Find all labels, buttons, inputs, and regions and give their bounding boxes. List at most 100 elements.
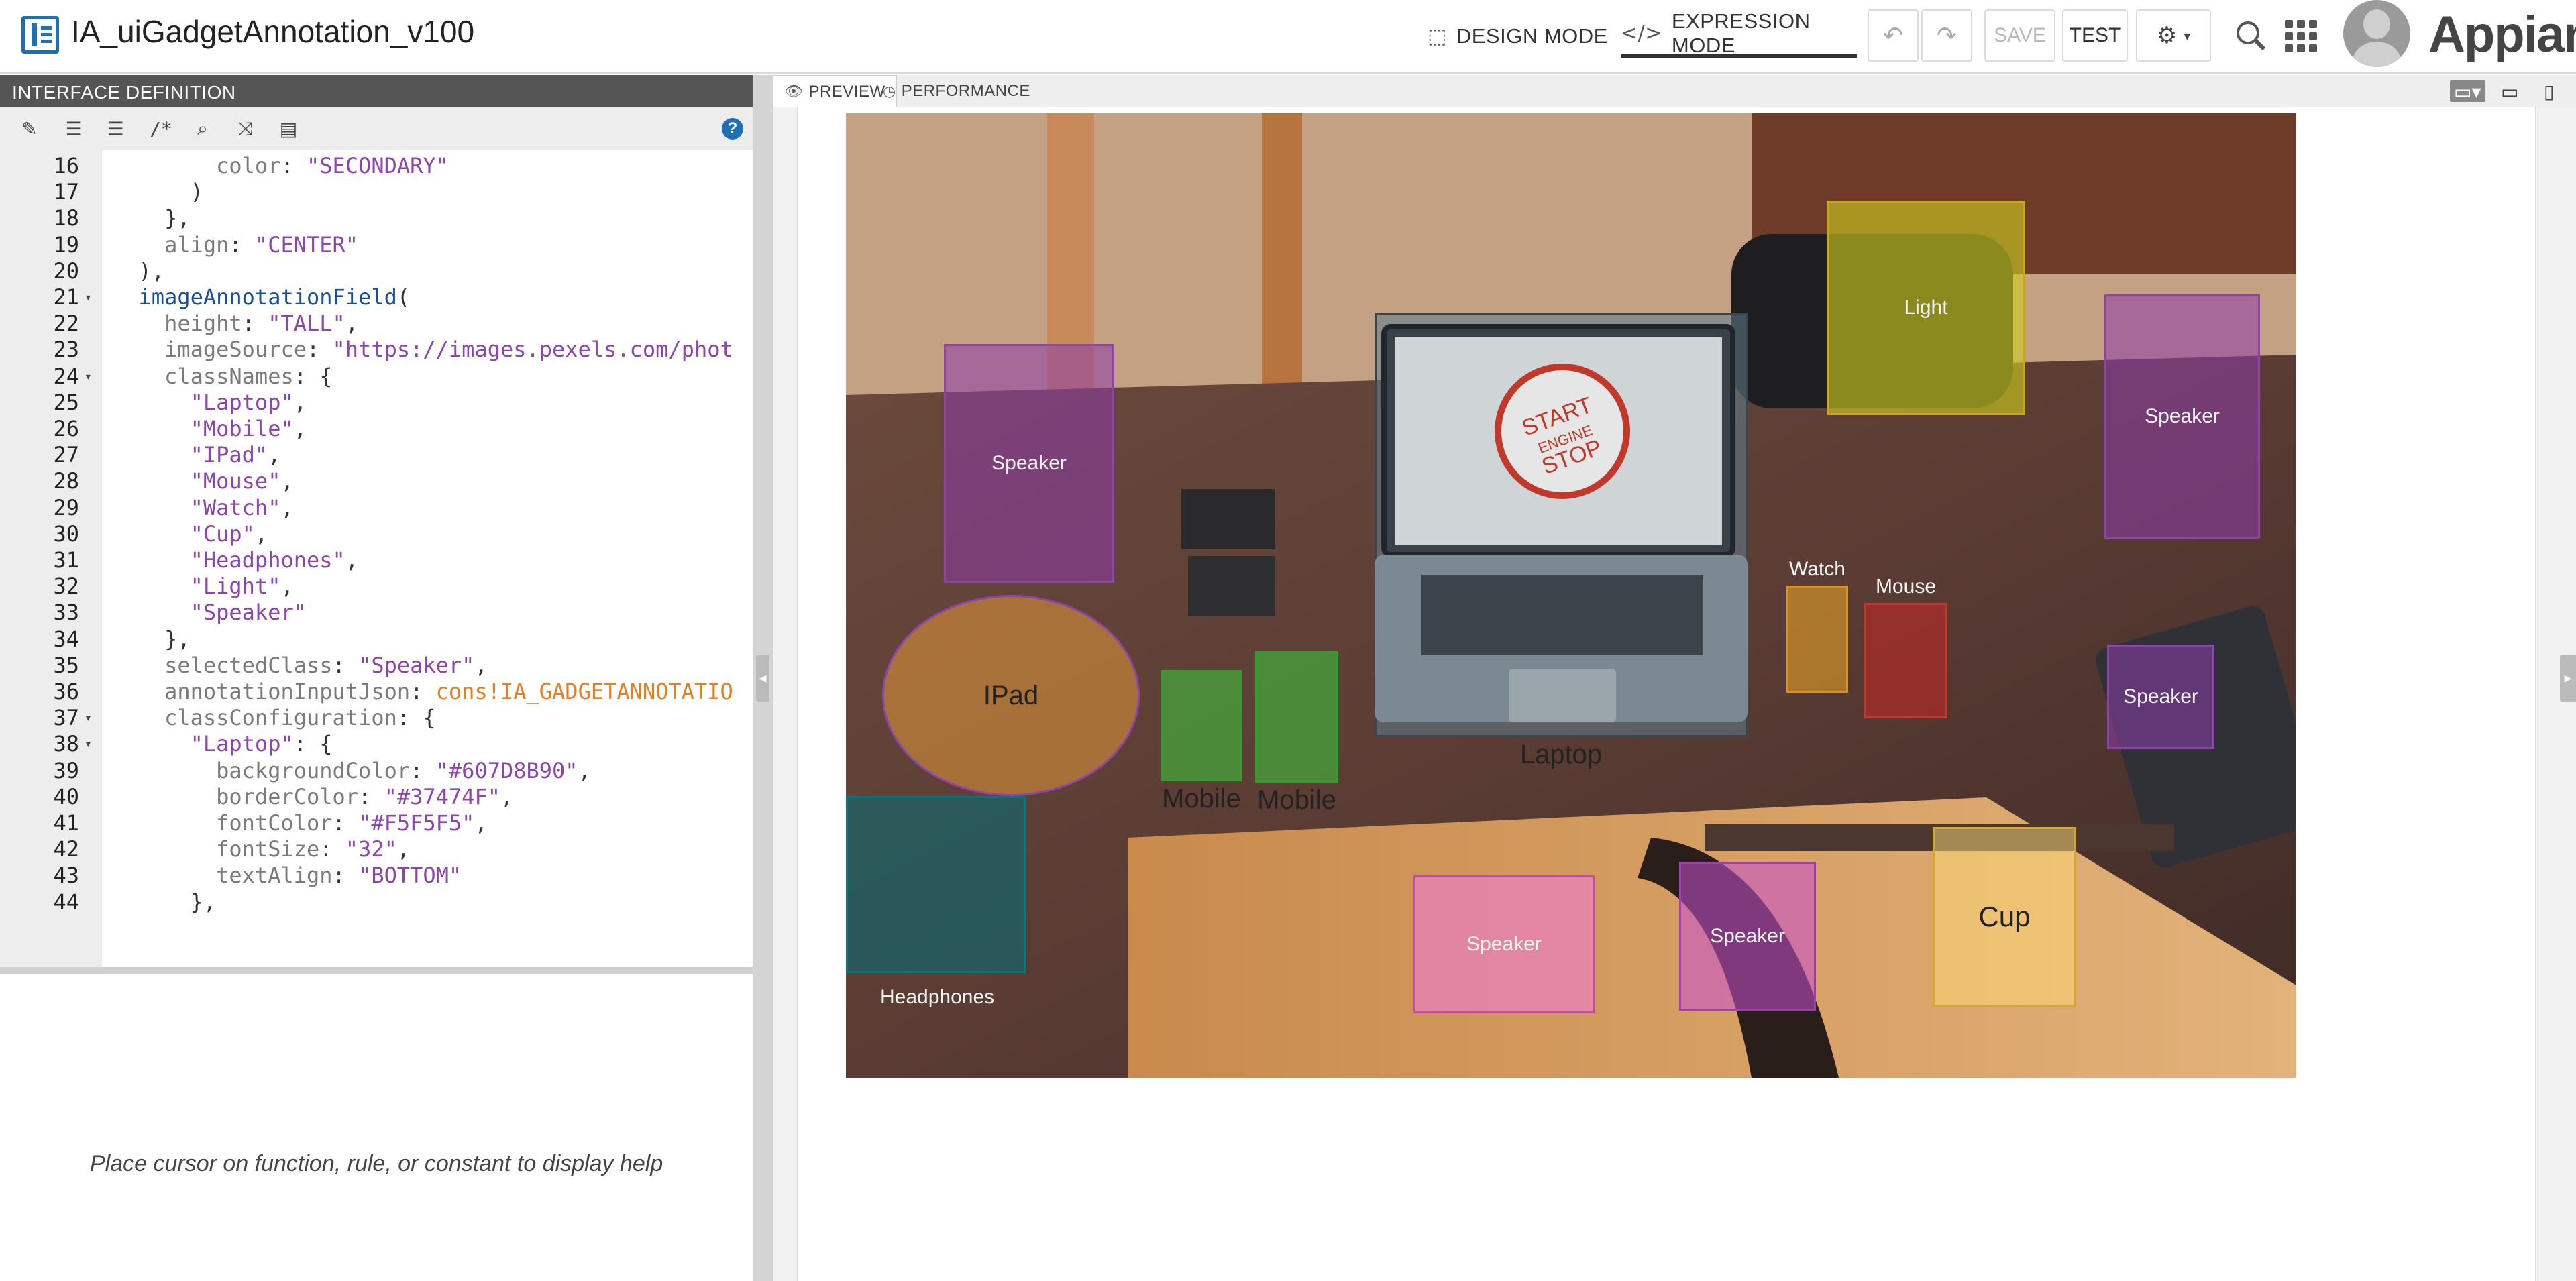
code-text: "Headphones", — [190, 547, 359, 573]
code-line[interactable]: 25 "Laptop", — [0, 390, 753, 416]
desktop-view-icon[interactable]: ▭▾ — [2450, 80, 2485, 103]
code-line[interactable]: 39 backgroundColor: "#607D8B90", — [0, 758, 753, 784]
code-text: "Laptop": { — [190, 731, 333, 757]
expression-mode-label: EXPRESSION MODE — [1671, 9, 1811, 57]
database-icon[interactable]: ▤ — [274, 115, 303, 142]
code-line[interactable]: 16 color: "SECONDARY" — [0, 153, 753, 179]
code-line[interactable]: 20 ), — [0, 258, 753, 284]
code-line[interactable]: 32 "Light", — [0, 573, 753, 600]
horizontal-splitter[interactable] — [0, 967, 753, 974]
line-number: 22 — [53, 311, 79, 337]
eye-icon: 👁 — [784, 83, 804, 100]
annotation-ipad[interactable]: IPad — [882, 595, 1140, 796]
code-line[interactable]: 29 "Watch", — [0, 495, 753, 521]
code-line[interactable]: 27 "IPad", — [0, 442, 753, 468]
code-line[interactable]: 34 }, — [0, 626, 753, 653]
code-line[interactable]: 43 textAlign: "BOTTOM" — [0, 862, 753, 889]
annotation-speaker[interactable]: Speaker — [2104, 294, 2260, 539]
design-mode-button[interactable]: ⬚ DESIGN MODE — [1428, 19, 1608, 54]
annotation-mobile[interactable]: Mobile — [1255, 651, 1338, 815]
line-number: 31 — [53, 547, 79, 573]
annotation-speaker[interactable]: Speaker — [2107, 645, 2214, 749]
expression-mode-button[interactable]: </> EXPRESSION MODE — [1621, 9, 1857, 58]
code-line[interactable]: 24 ▾ classNames: { — [0, 364, 753, 390]
code-line[interactable]: 33 "Speaker" — [0, 600, 753, 626]
annotation-label: Speaker — [1466, 933, 1542, 955]
phone-view-icon[interactable]: ▯ — [2544, 80, 2554, 103]
annotation-headphones[interactable]: Headphones — [846, 796, 1026, 1008]
format-icon[interactable]: ✎ — [15, 115, 44, 142]
annotation-mobile[interactable]: Mobile — [1161, 670, 1242, 814]
code-text: classConfiguration: { — [164, 705, 436, 731]
annotation-label: Laptop — [1519, 740, 1603, 769]
code-line[interactable]: 28 "Mouse", — [0, 468, 753, 494]
line-number: 24 — [53, 363, 79, 389]
test-button[interactable]: TEST — [2062, 9, 2128, 62]
avatar[interactable] — [2343, 0, 2410, 67]
fold-toggle-icon[interactable]: ▾ — [85, 364, 92, 390]
annotation-speaker[interactable]: Speaker — [1679, 862, 1816, 1011]
indent-icon[interactable]: ☰ — [59, 115, 89, 142]
collapse-right-handle[interactable]: ▸ — [2560, 655, 2576, 702]
code-line[interactable]: 37 ▾ classConfiguration: { — [0, 705, 753, 731]
line-number: 37 — [53, 705, 79, 731]
line-number: 19 — [53, 231, 79, 258]
code-line[interactable]: 22 height: "TALL", — [0, 311, 753, 337]
annotation-light[interactable]: Light — [1827, 201, 2025, 415]
code-text: selectedClass: "Speaker", — [164, 652, 488, 678]
code-line[interactable]: 21 ▾ imageAnnotationField( — [0, 284, 753, 311]
line-number: 42 — [53, 836, 79, 862]
code-text: }, — [113, 205, 191, 231]
code-line[interactable]: 26 "Mobile", — [0, 416, 753, 442]
code-line[interactable]: 17 ) — [0, 179, 753, 205]
apps-grid-icon[interactable] — [2285, 20, 2320, 52]
annotation-speaker[interactable]: Speaker — [944, 344, 1114, 583]
panel-title: INTERFACE DEFINITION — [0, 75, 753, 107]
collapse-left-handle[interactable]: ◂ — [756, 655, 769, 702]
fold-toggle-icon[interactable]: ▾ — [85, 731, 92, 757]
code-line[interactable]: 18 }, — [0, 205, 753, 231]
annotation-watch[interactable]: Watch — [1786, 558, 1848, 693]
code-line[interactable]: 41 fontColor: "#F5F5F5", — [0, 810, 753, 836]
code-line[interactable]: 42 fontSize: "32", — [0, 836, 753, 862]
settings-menu-button[interactable]: ⚙ ▾ — [2136, 9, 2211, 62]
dependency-search-icon[interactable] — [2231, 16, 2271, 56]
shuffle-icon[interactable]: ⤨ — [231, 115, 260, 142]
help-icon[interactable]: ? — [722, 118, 743, 140]
line-number: 35 — [53, 652, 79, 678]
code-text: ), — [113, 258, 165, 284]
line-number: 25 — [53, 389, 79, 415]
code-line[interactable]: 31 "Headphones", — [0, 547, 753, 573]
line-number: 38 — [53, 731, 79, 757]
search-icon[interactable]: ⌕ — [188, 115, 217, 142]
code-line[interactable]: 19 align: "CENTER" — [0, 232, 753, 258]
annotated-image[interactable]: Speaker Light Speaker Laptop START ENGIN… — [846, 113, 2296, 1078]
redo-button[interactable]: ↷ — [1921, 9, 1972, 62]
line-number: 44 — [53, 889, 79, 915]
annotation-label: Mobile — [1162, 784, 1241, 814]
code-line[interactable]: 36 annotationInputJson: cons!IA_GADGETAN… — [0, 679, 753, 705]
tab-performance[interactable]: ◷ PERFORMANCE — [872, 75, 1041, 107]
tablet-view-icon[interactable]: ▭ — [2501, 80, 2518, 103]
annotation-mouse[interactable]: Mouse — [1864, 575, 1947, 718]
code-line[interactable]: 44 }, — [0, 889, 753, 915]
annotation-label: Mobile — [1257, 785, 1336, 815]
code-text: imageSource: "https://images.pexels.com/… — [164, 337, 733, 363]
code-editor[interactable]: 16 color: "SECONDARY" 17 ) 18 }, 19 align: … — [0, 150, 753, 967]
code-text: ) — [113, 179, 203, 205]
interface-preview: Speaker Light Speaker Laptop START ENGIN… — [797, 107, 2536, 1281]
outdent-icon[interactable]: ☰ — [101, 115, 130, 142]
fold-toggle-icon[interactable]: ▾ — [85, 705, 92, 731]
code-line[interactable]: 35 selectedClass: "Speaker", — [0, 653, 753, 679]
annotation-cup[interactable]: Cup — [1933, 827, 2076, 1007]
code-line[interactable]: 40 borderColor: "#37474F", — [0, 784, 753, 810]
annotation-speaker[interactable]: Speaker — [1413, 875, 1595, 1013]
code-line[interactable]: 30 "Cup", — [0, 521, 753, 547]
code-line[interactable]: 23 imageSource: "https://images.pexels.c… — [0, 337, 753, 363]
code-text: "Laptop", — [190, 389, 307, 415]
comment-icon[interactable]: /* — [146, 115, 176, 142]
fold-toggle-icon[interactable]: ▾ — [85, 284, 92, 311]
save-button[interactable]: SAVE — [1984, 9, 2055, 62]
code-line[interactable]: 38 ▾ "Laptop": { — [0, 731, 753, 757]
undo-button[interactable]: ↶ — [1868, 9, 1919, 62]
